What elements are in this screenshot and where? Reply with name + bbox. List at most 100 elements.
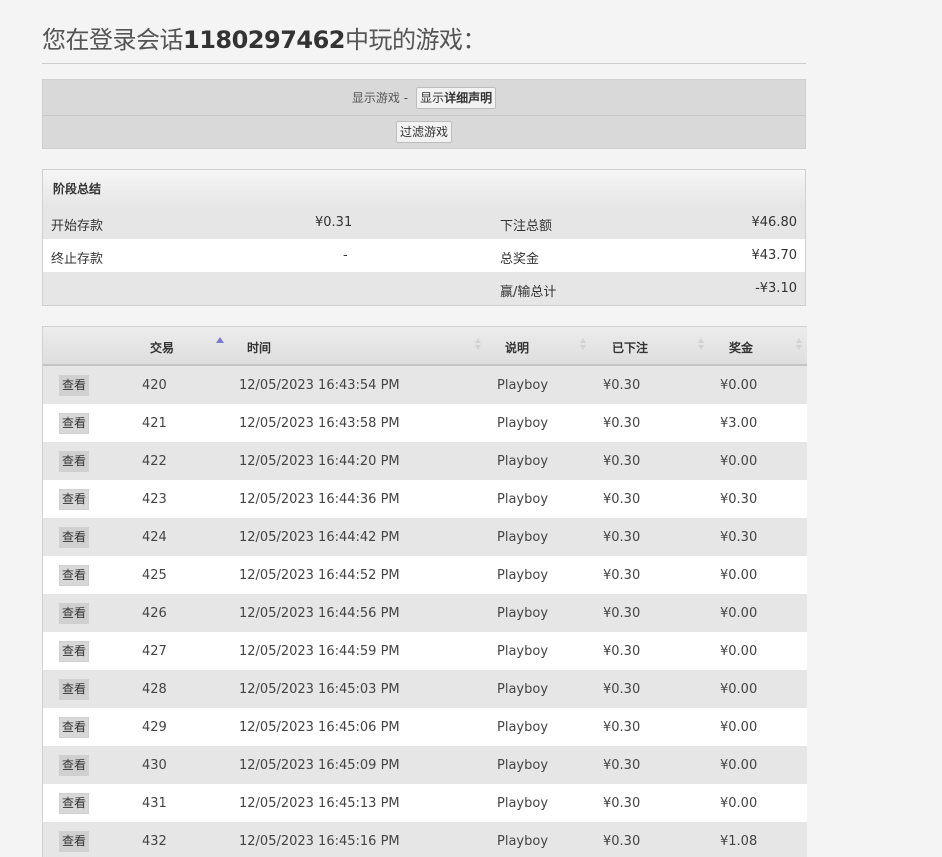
table-row: 查看 431 12/05/2023 16:45:13 PM Playboy ¥0.30 ¥… xyxy=(43,784,807,822)
view-button[interactable]: 查看 xyxy=(59,565,89,586)
sort-icon[interactable] xyxy=(580,338,588,352)
transaction-id: 421 xyxy=(142,416,167,431)
page-title: 您在登录会话1180297462中玩的游戏： xyxy=(42,20,487,55)
transaction-win: ¥0.00 xyxy=(720,758,758,773)
transaction-description: Playboy xyxy=(497,530,549,545)
column-header-time[interactable]: 时间 xyxy=(247,339,271,356)
transaction-bet: ¥0.30 xyxy=(603,796,641,811)
transaction-time: 12/05/2023 16:45:06 PM xyxy=(239,720,400,735)
show-details-bold: 详细声明 xyxy=(444,90,493,105)
transaction-description: Playboy xyxy=(497,644,549,659)
show-details-button[interactable]: 显示详细声明 xyxy=(416,86,497,109)
transaction-id: 428 xyxy=(142,682,167,697)
transaction-bet: ¥0.30 xyxy=(603,644,641,659)
transaction-id: 424 xyxy=(142,530,167,545)
transaction-time: 12/05/2023 16:44:52 PM xyxy=(239,568,400,583)
total-win-value: ¥43.70 xyxy=(751,248,798,263)
view-button[interactable]: 查看 xyxy=(59,375,89,396)
transaction-time: 12/05/2023 16:43:54 PM xyxy=(239,378,400,393)
sort-icon[interactable] xyxy=(796,338,804,352)
transaction-id: 420 xyxy=(142,378,167,393)
transaction-win: ¥0.00 xyxy=(720,378,758,393)
column-header-win[interactable]: 奖金 xyxy=(729,339,753,356)
transaction-bet: ¥0.30 xyxy=(603,606,641,621)
transaction-id: 427 xyxy=(142,644,167,659)
view-button[interactable]: 查看 xyxy=(59,603,89,624)
total-win-label: 总奖金 xyxy=(500,252,540,267)
transaction-win: ¥0.30 xyxy=(720,492,758,507)
transaction-time: 12/05/2023 16:45:16 PM xyxy=(239,834,400,849)
filter-options-row: 显示游戏 - 显示详细声明 xyxy=(43,80,805,116)
net-label: 赢/输总计 xyxy=(500,285,557,300)
table-row: 查看 426 12/05/2023 16:44:56 PM Playboy ¥0.30 ¥… xyxy=(43,594,807,632)
transaction-bet: ¥0.30 xyxy=(603,378,641,393)
transaction-description: Playboy xyxy=(497,492,549,507)
transaction-time: 12/05/2023 16:44:42 PM xyxy=(239,530,400,545)
transaction-bet: ¥0.30 xyxy=(603,492,641,507)
transaction-id: 432 xyxy=(142,834,167,849)
summary-row: 开始存款 ¥0.31 下注总额 ¥46.80 xyxy=(43,206,805,239)
transaction-description: Playboy xyxy=(497,606,549,621)
transaction-win: ¥0.00 xyxy=(720,454,758,469)
view-button[interactable]: 查看 xyxy=(59,413,89,434)
view-button[interactable]: 查看 xyxy=(59,717,89,738)
start-balance-value: ¥0.31 xyxy=(315,215,353,230)
transaction-time: 12/05/2023 16:44:56 PM xyxy=(239,606,400,621)
filter-games-button[interactable]: 过滤游戏 xyxy=(395,121,452,143)
transaction-id: 422 xyxy=(142,454,167,469)
transaction-bet: ¥0.30 xyxy=(603,568,641,583)
column-header-bet[interactable]: 已下注 xyxy=(612,339,648,356)
transaction-description: Playboy xyxy=(497,568,549,583)
view-button[interactable]: 查看 xyxy=(59,451,89,472)
transaction-description: Playboy xyxy=(497,682,549,697)
transaction-win: ¥3.00 xyxy=(720,416,758,431)
transaction-win: ¥0.00 xyxy=(720,568,758,583)
table-body: 查看 420 12/05/2023 16:43:54 PM Playboy ¥0.30 ¥… xyxy=(43,366,807,857)
transaction-bet: ¥0.30 xyxy=(603,530,641,545)
view-button[interactable]: 查看 xyxy=(59,831,89,852)
transaction-time: 12/05/2023 16:45:03 PM xyxy=(239,682,400,697)
table-row: 查看 420 12/05/2023 16:43:54 PM Playboy ¥0.30 ¥… xyxy=(43,366,807,404)
transaction-time: 12/05/2023 16:43:58 PM xyxy=(239,416,400,431)
transaction-description: Playboy xyxy=(497,796,549,811)
transaction-id: 431 xyxy=(142,796,167,811)
session-id: 1180297462 xyxy=(183,26,346,54)
view-button[interactable]: 查看 xyxy=(59,755,89,776)
table-row: 查看 423 12/05/2023 16:44:36 PM Playboy ¥0.30 ¥… xyxy=(43,480,807,518)
transaction-id: 425 xyxy=(142,568,167,583)
table-row: 查看 427 12/05/2023 16:44:59 PM Playboy ¥0.30 ¥… xyxy=(43,632,807,670)
show-details-prefix: 显示 xyxy=(420,90,445,105)
summary-row: 终止存款 - 总奖金 ¥43.70 xyxy=(43,239,805,272)
table-row: 查看 429 12/05/2023 16:45:06 PM Playboy ¥0.30 ¥… xyxy=(43,708,807,746)
filter-action-row: 过滤游戏 xyxy=(43,116,805,148)
transaction-bet: ¥0.30 xyxy=(603,454,641,469)
view-button[interactable]: 查看 xyxy=(59,527,89,548)
view-button[interactable]: 查看 xyxy=(59,679,89,700)
transaction-time: 12/05/2023 16:45:09 PM xyxy=(239,758,400,773)
view-button[interactable]: 查看 xyxy=(59,793,89,814)
filter-panel: 显示游戏 - 显示详细声明 过滤游戏 xyxy=(42,79,806,149)
transaction-win: ¥0.00 xyxy=(720,720,758,735)
table-header: 交易 时间 说明 已下注 奖金 xyxy=(43,326,807,366)
games-table: 交易 时间 说明 已下注 奖金 查看 420 12/05/2023 16:43:54… xyxy=(42,326,807,857)
table-row: 查看 432 12/05/2023 16:45:16 PM Playboy ¥0.30 ¥… xyxy=(43,822,807,857)
transaction-time: 12/05/2023 16:45:13 PM xyxy=(239,796,400,811)
table-row: 查看 425 12/05/2023 16:44:52 PM Playboy ¥0.30 ¥… xyxy=(43,556,807,594)
table-row: 查看 421 12/05/2023 16:43:58 PM Playboy ¥0.30 ¥… xyxy=(43,404,807,442)
end-balance-value: - xyxy=(343,248,348,263)
sort-icon[interactable] xyxy=(475,338,483,352)
net-value: -¥3.10 xyxy=(755,281,797,296)
sort-ascending-icon[interactable] xyxy=(216,337,224,343)
column-header-description[interactable]: 说明 xyxy=(505,339,529,356)
table-row: 查看 430 12/05/2023 16:45:09 PM Playboy ¥0.30 ¥… xyxy=(43,746,807,784)
transaction-id: 426 xyxy=(142,606,167,621)
column-header-transaction[interactable]: 交易 xyxy=(150,339,174,356)
transaction-description: Playboy xyxy=(497,454,549,469)
transaction-bet: ¥0.30 xyxy=(603,416,641,431)
table-row: 查看 422 12/05/2023 16:44:20 PM Playboy ¥0.30 ¥… xyxy=(43,442,807,480)
transaction-id: 423 xyxy=(142,492,167,507)
view-button[interactable]: 查看 xyxy=(59,489,89,510)
sort-icon[interactable] xyxy=(698,338,706,352)
transaction-bet: ¥0.30 xyxy=(603,758,641,773)
view-button[interactable]: 查看 xyxy=(59,641,89,662)
